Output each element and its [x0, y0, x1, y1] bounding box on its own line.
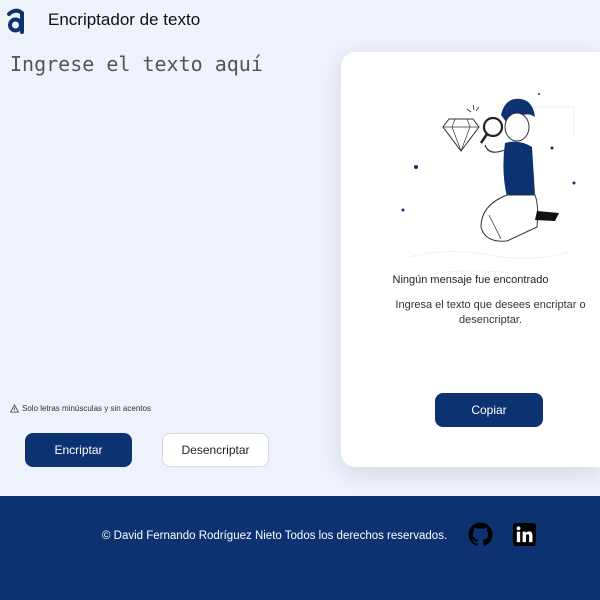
github-icon[interactable] [468, 522, 493, 547]
app-title: Encriptador de texto [48, 10, 201, 29]
input-hint: Solo letras minúsculas y sin acentos [10, 404, 151, 413]
encrypt-button[interactable]: Encriptar [25, 433, 132, 467]
footer-copyright: © David Fernando Rodríguez Nieto Todos l… [102, 530, 448, 542]
decrypt-button[interactable]: Desencriptar [162, 433, 269, 467]
empty-state-description: Ingresa el texto que desees encriptar o … [395, 299, 586, 327]
text-input[interactable] [10, 52, 330, 387]
warning-icon [10, 404, 19, 413]
output-panel: Ningún mensaje fue encontrado Ingresa el… [341, 52, 600, 467]
alura-logo-icon [7, 8, 24, 34]
hint-text: Solo letras minúsculas y sin acentos [22, 404, 151, 413]
linkedin-icon[interactable] [513, 523, 536, 546]
copy-button[interactable]: Copiar [435, 393, 543, 427]
empty-state-title: Ningún mensaje fue encontrado [392, 274, 549, 286]
person-with-magnifier-illustration [401, 93, 576, 278]
footer: © David Fernando Rodríguez Nieto Todos l… [0, 496, 600, 600]
